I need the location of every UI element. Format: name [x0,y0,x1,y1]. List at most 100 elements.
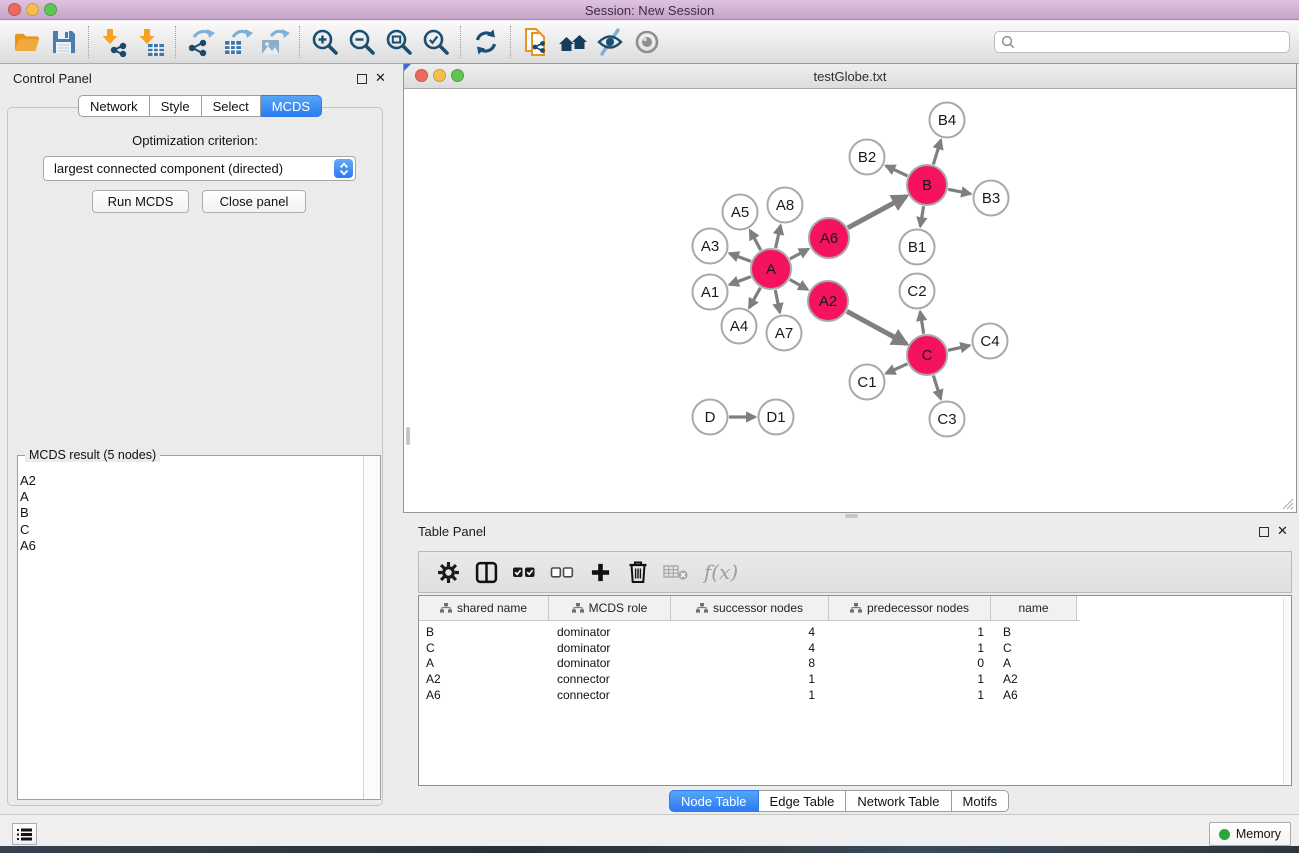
trash-icon [627,560,649,584]
mcds-result-item[interactable]: A [20,489,350,505]
tab-edge-table[interactable]: Edge Table [759,790,847,812]
tab-node-table[interactable]: Node Table [669,790,759,812]
new-session-button[interactable] [517,24,554,60]
table-scrollbar[interactable] [1283,597,1290,785]
graph-edge-C-C4[interactable] [948,346,970,351]
zoom-selected-icon [421,27,451,57]
delete-table-button[interactable] [657,554,695,590]
column-header-successor-nodes[interactable]: successor nodes [671,596,829,620]
optimization-criterion-select[interactable]: largest connected component (directed) [43,156,356,181]
table-row[interactable]: Cdominator41C [419,640,1291,656]
search-input[interactable] [1019,35,1283,49]
table-row[interactable]: Adominator80A [419,656,1291,672]
toolbar-separator [175,26,176,58]
table-row[interactable]: A2connector11A2 [419,671,1291,687]
table-cell: 4 [671,641,829,655]
column-header-shared-name[interactable]: shared name [419,596,549,620]
tab-network-table[interactable]: Network Table [846,790,951,812]
show-eye-button[interactable] [628,24,665,60]
graph-edge-A-A2[interactable] [790,280,808,290]
show-columns-button[interactable] [467,554,505,590]
graph-edge-B-B4[interactable] [933,140,941,164]
run-mcds-button[interactable]: Run MCDS [92,190,189,213]
tab-style[interactable]: Style [150,95,202,117]
vertical-scrollbar-handle[interactable] [406,427,410,445]
add-column-button[interactable] [581,554,619,590]
resize-grip[interactable] [1282,498,1294,510]
home-button[interactable] [554,24,591,60]
open-folder-icon [12,27,42,57]
table-cell: 1 [829,641,991,655]
delete-column-button[interactable] [619,554,657,590]
deselect-all-button[interactable] [543,554,581,590]
graph-edge-A6-B[interactable] [848,196,906,228]
open-file-button[interactable] [8,24,45,60]
task-history-button[interactable] [12,823,37,845]
table-row[interactable]: A6connector11A6 [419,687,1291,703]
graph-edge-A2-C[interactable] [847,311,906,343]
zoom-fit-icon [384,27,414,57]
zoom-selected-button[interactable] [417,24,454,60]
graph-node-label: A5 [731,204,749,221]
control-panel-tabs: NetworkStyleSelectMCDS [78,95,322,117]
column-header-predecessor-nodes[interactable]: predecessor nodes [829,596,991,620]
graph-edge-B-B3[interactable] [948,189,970,194]
graph-edge-A-A7[interactable] [775,290,780,312]
graph-edge-C-C3[interactable] [933,376,940,399]
mcds-result-scrollbar[interactable] [363,456,380,799]
tab-network[interactable]: Network [78,95,150,117]
table-cell: 1 [671,688,829,702]
graph-edge-A-A4[interactable] [749,288,760,308]
column-header-MCDS-role[interactable]: MCDS role [549,596,671,620]
export-image-button[interactable] [256,24,293,60]
tab-select[interactable]: Select [202,95,261,117]
graph-edge-A-A6[interactable] [790,249,808,259]
column-header-name[interactable]: name [991,596,1077,620]
table-cell: connector [549,688,671,702]
network-canvas[interactable]: B4B2BB3A5A8A6A3B1AC2A1A2A4A7C4CC1DD1C3 [404,89,1296,509]
refresh-button[interactable] [467,24,504,60]
table-cell: B [419,625,549,639]
mcds-result-item[interactable]: B [20,505,350,521]
close-panel-button[interactable]: Close panel [202,190,306,213]
export-table-button[interactable] [219,24,256,60]
apply-function-button[interactable]: f(x) [695,554,747,590]
zoom-out-button[interactable] [343,24,380,60]
search-icon [1001,35,1015,49]
tab-mcds[interactable]: MCDS [261,95,322,117]
table-cell: 1 [829,688,991,702]
graph-edge-C-C2[interactable] [920,312,923,334]
control-panel-close-button[interactable]: ✕ [375,72,386,84]
hide-style-button[interactable] [591,24,628,60]
graph-node-label: B2 [858,149,876,166]
export-network-button[interactable] [182,24,219,60]
import-table-button[interactable] [132,24,169,60]
save-session-button[interactable] [45,24,82,60]
mcds-result-item[interactable]: C [20,522,350,538]
mcds-result-item[interactable]: A2 [20,473,350,489]
graph-node-label: B3 [982,190,1000,207]
table-settings-button[interactable] [429,554,467,590]
table-panel-float-button[interactable] [1259,527,1269,537]
graph-edge-B-B2[interactable] [886,166,907,176]
select-all-icon [512,564,536,580]
graph-edge-C-C1[interactable] [886,364,907,374]
tab-motifs[interactable]: Motifs [952,790,1010,812]
table-panel-close-button[interactable]: ✕ [1277,525,1288,537]
column-header-label: successor nodes [713,601,803,615]
memory-button[interactable]: Memory [1209,822,1291,846]
select-all-button[interactable] [505,554,543,590]
graph-edge-A-A3[interactable] [730,253,751,261]
mcds-result-item[interactable]: A6 [20,538,350,554]
import-network-button[interactable] [95,24,132,60]
table-row[interactable]: Bdominator41B [419,624,1291,640]
horizontal-scrollbar-handle[interactable] [845,514,858,518]
graph-edge-A-A1[interactable] [730,277,751,285]
graph-edge-B-B1[interactable] [920,206,923,226]
control-panel-float-button[interactable] [357,74,367,84]
zoom-fit-button[interactable] [380,24,417,60]
zoom-in-button[interactable] [306,24,343,60]
graph-edge-A-A8[interactable] [776,226,781,248]
columns-icon [475,561,498,584]
graph-edge-A-A5[interactable] [750,230,761,250]
